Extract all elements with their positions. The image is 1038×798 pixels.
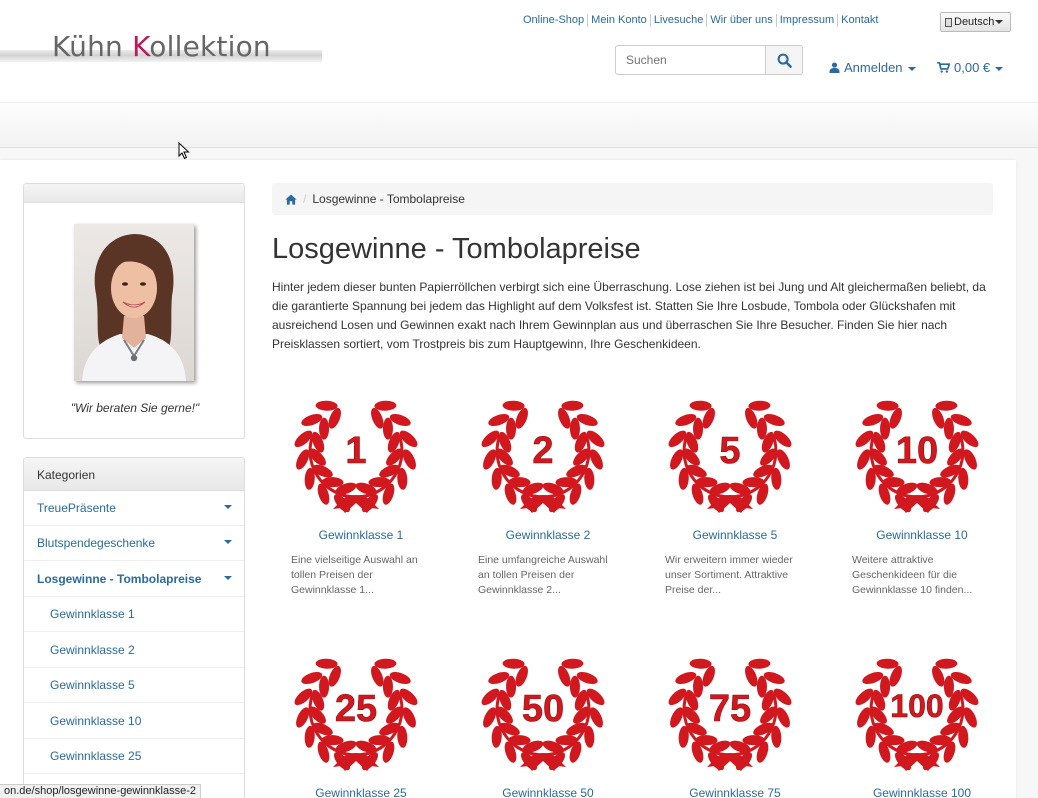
laurel-wreath-icon[interactable]: 50 <box>478 645 608 777</box>
cart-total: 0,00 € <box>954 60 991 75</box>
caret-down-icon <box>907 66 916 71</box>
product-name[interactable]: Gewinnklasse 2 <box>468 528 628 542</box>
product-name[interactable]: Gewinnklasse 75 <box>655 786 815 798</box>
page-title: Losgewinne - Tombolapreise <box>272 233 641 265</box>
product-name[interactable]: Gewinnklasse 50 <box>468 786 628 798</box>
laurel-wreath-icon[interactable]: 25 <box>291 645 421 777</box>
top-link-mein-konto[interactable]: Mein Konto <box>587 14 650 27</box>
laurel-wreath-icon[interactable]: 2 <box>478 387 608 519</box>
caret-down-icon[interactable] <box>224 505 232 509</box>
search-input[interactable] <box>615 45 766 75</box>
logo-text: Kühn Kollektion <box>52 30 271 63</box>
laurel-wreath-icon[interactable]: 1 <box>291 387 421 519</box>
top-link-kontakt[interactable]: Kontakt <box>837 14 881 27</box>
category-description: Hinter jedem dieser bunten Papierröllche… <box>272 280 986 351</box>
cart-icon <box>937 62 950 73</box>
site-logo[interactable]: Kühn Kollektion <box>0 28 322 78</box>
page-container: "Wir beraten Sie gerne!" Kategorien Treu… <box>0 160 1016 798</box>
svg-text:2: 2 <box>532 430 553 472</box>
top-link-livesuche[interactable]: Livesuche <box>649 14 707 27</box>
svg-text:100: 100 <box>890 688 943 724</box>
mouse-cursor-icon <box>178 142 190 160</box>
caret-down-icon[interactable] <box>224 540 232 544</box>
subcategory-gewinnklasse-1[interactable]: Gewinnklasse 1 <box>24 597 244 632</box>
category-blutspendegeschenke[interactable]: Blutspendegeschenke <box>24 526 244 561</box>
advisor-photo <box>74 224 194 381</box>
product-description: Eine umfangreiche Auswahl an tollen Prei… <box>478 554 608 596</box>
browser-status-bar: on.de/shop/losgewinne-gewinnklasse-2 <box>0 784 202 798</box>
svg-text:5: 5 <box>719 430 740 472</box>
advisor-panel: "Wir beraten Sie gerne!" <box>23 183 245 439</box>
login-dropdown[interactable]: Anmelden <box>829 60 916 75</box>
login-label: Anmelden <box>844 60 903 75</box>
caret-down-icon <box>995 20 1004 24</box>
svg-text:25: 25 <box>335 688 377 730</box>
breadcrumb: / Losgewinne - Tombolapreise <box>272 183 993 215</box>
laurel-wreath-icon[interactable]: 100 <box>852 645 982 777</box>
product-name[interactable]: Gewinnklasse 10 <box>842 528 1002 542</box>
laurel-wreath-icon[interactable]: 10 <box>852 387 982 519</box>
flag-icon <box>945 17 952 27</box>
category-losgewinne[interactable]: Losgewinne - Tombolapreise <box>24 562 244 597</box>
subcategory-gewinnklasse-25[interactable]: Gewinnklasse 25 <box>24 739 244 774</box>
svg-text:75: 75 <box>709 688 751 730</box>
breadcrumb-separator: / <box>303 192 307 206</box>
breadcrumb-current: Losgewinne - Tombolapreise <box>312 192 465 206</box>
product-description: Wir erweitern immer wieder unser Sortime… <box>665 554 793 596</box>
categories-title: Kategorien <box>24 458 244 491</box>
home-icon[interactable] <box>285 194 297 205</box>
caret-down-icon <box>995 66 1004 71</box>
language-label: Deutsch <box>954 16 995 28</box>
site-header: Kühn Kollektion Online-Shop Mein Konto L… <box>0 0 1038 102</box>
user-icon <box>829 62 840 73</box>
category-treuepraesente[interactable]: TreuePräsente <box>24 491 244 526</box>
cart-dropdown[interactable]: 0,00 € <box>937 60 1004 75</box>
top-link-wir-ueber-uns[interactable]: Wir über uns <box>706 14 775 27</box>
product-name[interactable]: Gewinnklasse 100 <box>842 786 1002 798</box>
product-description: Eine vielseitige Auswahl an tollen Preis… <box>291 554 418 596</box>
laurel-wreath-icon[interactable]: 5 <box>665 387 795 519</box>
svg-text:1: 1 <box>345 430 366 472</box>
panel-header <box>24 184 244 203</box>
laurel-wreath-icon[interactable]: 75 <box>665 645 795 777</box>
top-links: Online-Shop Mein Konto Livesuche Wir übe… <box>521 14 881 27</box>
caret-down-icon[interactable] <box>224 576 232 580</box>
product-name[interactable]: Gewinnklasse 1 <box>281 528 441 542</box>
main-navbar <box>0 102 1038 148</box>
search-icon <box>777 53 792 68</box>
svg-text:50: 50 <box>522 688 564 730</box>
language-select[interactable]: Deutsch <box>940 12 1011 32</box>
top-link-online-shop[interactable]: Online-Shop <box>521 14 587 27</box>
search-form <box>615 45 803 75</box>
advisor-quote: "Wir beraten Sie gerne!" <box>70 401 200 415</box>
subcategory-gewinnklasse-5[interactable]: Gewinnklasse 5 <box>24 668 244 703</box>
categories-panel: Kategorien TreuePräsente Blutspendegesch… <box>23 457 245 798</box>
subcategory-gewinnklasse-2[interactable]: Gewinnklasse 2 <box>24 633 244 668</box>
svg-text:10: 10 <box>896 430 938 472</box>
top-link-impressum[interactable]: Impressum <box>775 14 837 27</box>
subcategory-gewinnklasse-10[interactable]: Gewinnklasse 10 <box>24 704 244 739</box>
product-name[interactable]: Gewinnklasse 25 <box>281 786 441 798</box>
search-button[interactable] <box>766 45 803 75</box>
product-name[interactable]: Gewinnklasse 5 <box>655 528 815 542</box>
product-description: Weitere attraktive Geschenkideen für die… <box>852 554 973 596</box>
